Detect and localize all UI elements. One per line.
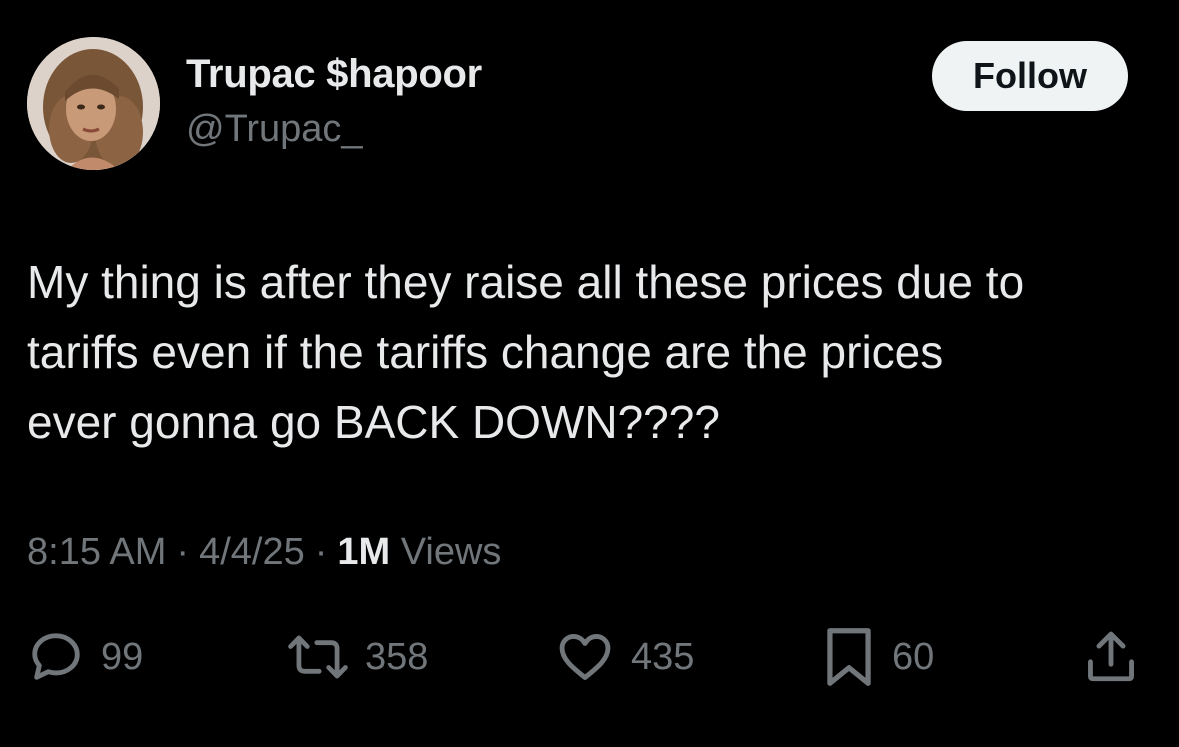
display-name[interactable]: Trupac $hapoor (186, 52, 482, 97)
tweet-meta: 8:15 AM · 4/4/25 · 1M Views (27, 531, 501, 574)
meta-separator: · (176, 531, 190, 573)
retweet-count: 358 (365, 635, 429, 678)
user-handle[interactable]: @Trupac_ (186, 108, 363, 151)
avatar[interactable] (27, 37, 160, 170)
heart-icon (559, 634, 611, 680)
like-button[interactable]: 435 (555, 625, 694, 689)
follow-button[interactable]: Follow (932, 41, 1128, 111)
bookmark-button[interactable]: 60 (822, 625, 934, 689)
views-count: 1M (337, 531, 391, 573)
bookmark-icon (827, 628, 871, 686)
like-count: 435 (631, 635, 695, 678)
tweet-time[interactable]: 8:15 AM (27, 531, 166, 573)
tweet-text-line: ever gonna go BACK DOWN???? (27, 396, 720, 448)
profile-photo (27, 37, 160, 170)
reply-count: 99 (101, 635, 144, 678)
tweet-date[interactable]: 4/4/25 (199, 531, 305, 573)
bookmark-count: 60 (892, 635, 935, 678)
views-label: Views (400, 531, 502, 573)
retweet-icon (288, 635, 348, 679)
retweet-button[interactable]: 358 (287, 625, 428, 689)
meta-separator: · (314, 531, 328, 573)
tweet-text-line: My thing is after they raise all these p… (27, 256, 1025, 308)
share-icon (1088, 631, 1134, 682)
tweet-text: My thing is after they raise all these p… (27, 247, 1157, 457)
tweet: Trupac $hapoor @Trupac_ Follow My thing … (0, 0, 1179, 747)
share-button[interactable] (1082, 625, 1140, 689)
reply-button[interactable]: 99 (27, 625, 143, 689)
reply-icon (32, 633, 80, 680)
tweet-text-line: tariffs even if the tariffs change are t… (27, 326, 944, 378)
action-bar: 99 358 435 60 (0, 625, 1179, 689)
